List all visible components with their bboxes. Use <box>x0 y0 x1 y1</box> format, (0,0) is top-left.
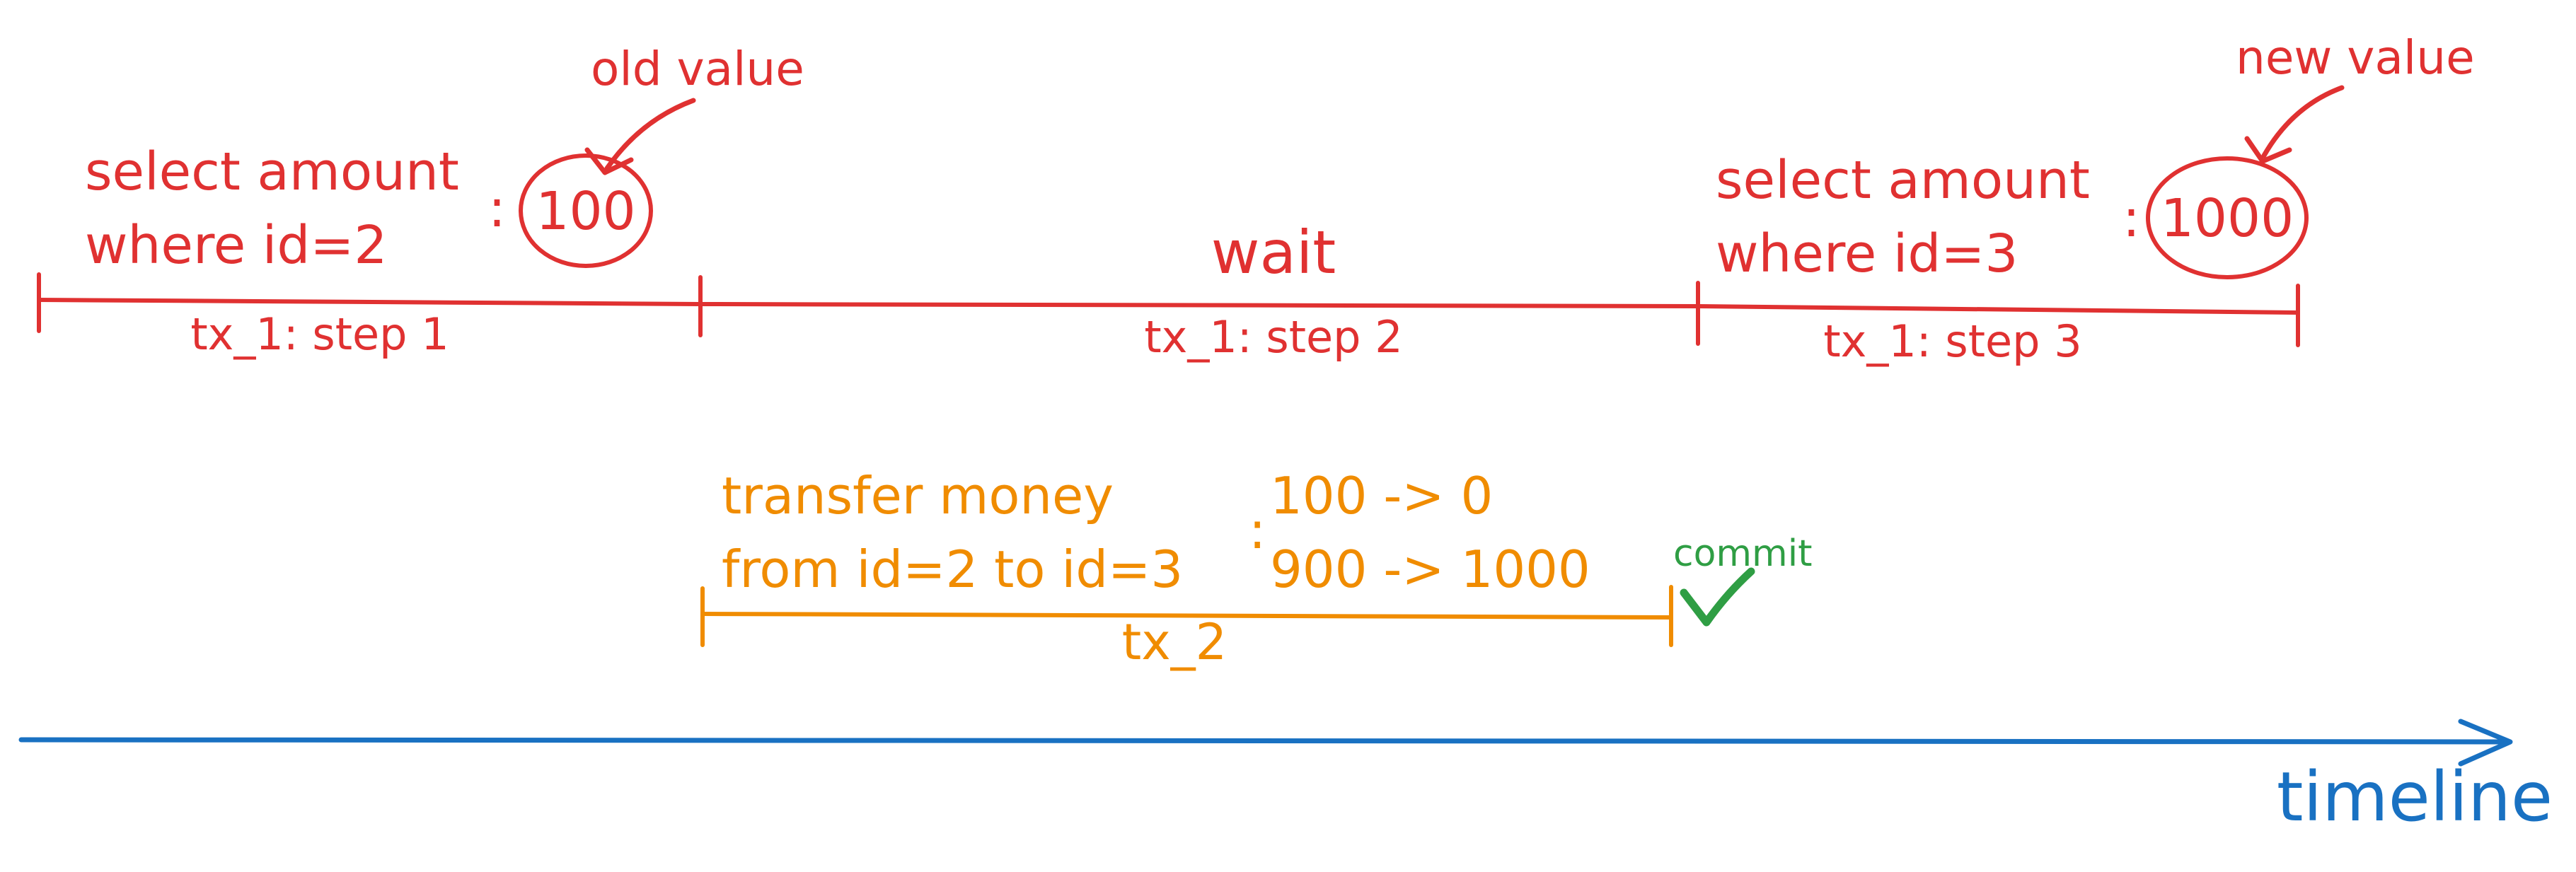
new-value-arrow <box>2261 85 2345 158</box>
tx2-change-line1: 100 -> 0 <box>1270 466 1493 525</box>
commit-group: commit <box>1673 533 1813 627</box>
tx2-action-line1: transfer money <box>722 466 1114 525</box>
timeline-group: timeline <box>18 719 2553 837</box>
step3-query-line1: select amount <box>1716 150 2090 211</box>
timeline-axis <box>18 737 2511 745</box>
tx2-group: transfer money from id=2 to id=3 : 100 -… <box>700 466 1673 671</box>
old-value-note: old value <box>591 42 804 96</box>
commit-label: commit <box>1673 533 1813 575</box>
step3-bar <box>1696 304 2300 315</box>
tx2-change-line2: 900 -> 1000 <box>1270 540 1590 599</box>
step3-colon: : <box>2122 188 2140 249</box>
step1-query-line1: select amount <box>85 141 459 202</box>
step3-value: 1000 <box>2161 188 2294 249</box>
checkmark-icon <box>1680 567 1755 627</box>
step1-value: 100 <box>536 181 635 242</box>
new-value-note: new value <box>2236 30 2475 85</box>
transaction-timeline-diagram: select amount where id=2 : 100 old value… <box>18 30 2553 837</box>
tx1-group: select amount where id=2 : 100 old value… <box>37 30 2475 367</box>
timeline-label: timeline <box>2277 757 2553 837</box>
step2-action: wait <box>1211 218 1336 287</box>
tx2-label: tx_2 <box>1122 613 1227 671</box>
tx2-action-line2: from id=2 to id=3 <box>722 540 1183 599</box>
tx2-colon: : <box>1249 501 1266 560</box>
step3-label: tx_1: step 3 <box>1823 315 2081 367</box>
old-value-arrow <box>604 98 696 171</box>
step3-query-line2: where id=3 <box>1716 223 2018 284</box>
step1-label: tx_1: step 1 <box>190 308 449 360</box>
step2-bar <box>698 302 1700 308</box>
step1-query-line2: where id=2 <box>85 215 387 276</box>
step1-bar <box>37 298 703 306</box>
step2-label: tx_1: step 2 <box>1144 311 1402 363</box>
step1-colon: : <box>488 178 506 239</box>
